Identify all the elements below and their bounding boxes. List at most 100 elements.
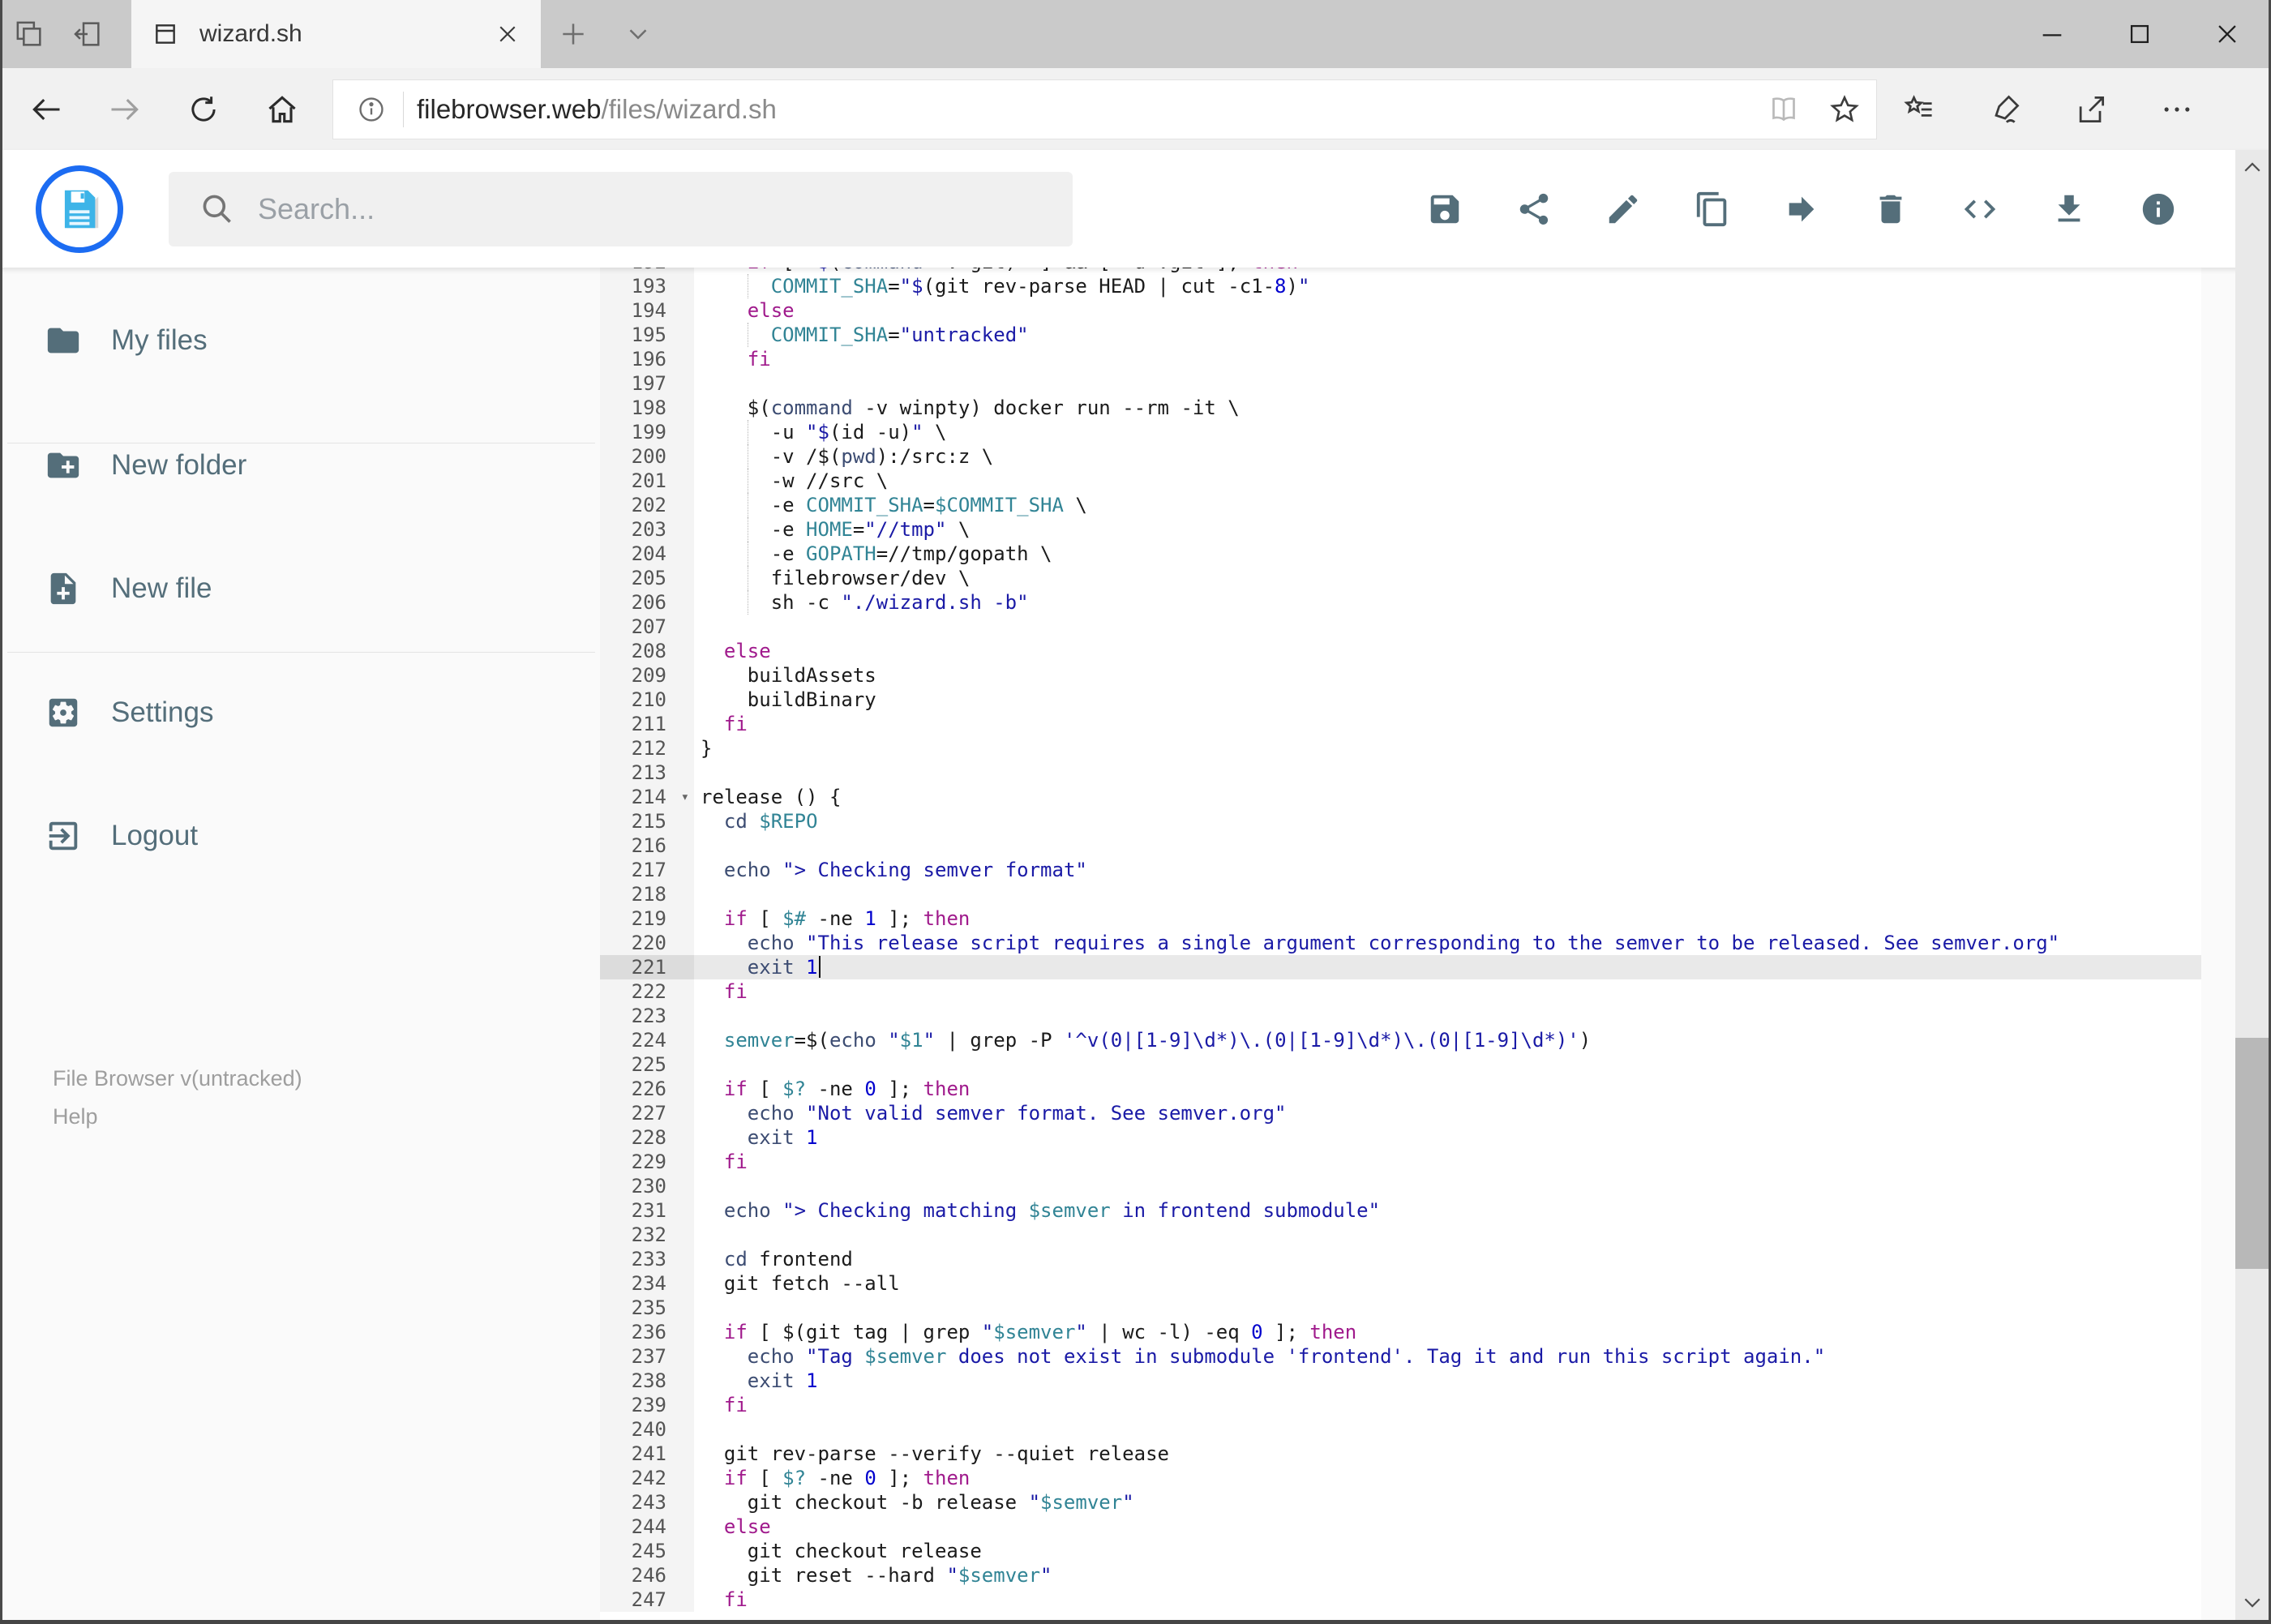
scrollbar-thumb[interactable] bbox=[2235, 1038, 2269, 1269]
code-line-text[interactable]: fi bbox=[694, 1150, 2201, 1174]
tab-close-icon[interactable] bbox=[495, 22, 520, 46]
code-line-text[interactable]: git reset --hard "$semver" bbox=[694, 1563, 2201, 1588]
code-line-text[interactable] bbox=[694, 1417, 2201, 1442]
favorite-star-icon[interactable] bbox=[1828, 92, 1862, 126]
code-line-text[interactable]: -u "$(id -u)" \ bbox=[694, 420, 2201, 444]
code-line-text[interactable]: else bbox=[694, 639, 2201, 663]
switch-editor-button[interactable] bbox=[1961, 191, 1999, 228]
code-line[interactable]: 203 -e HOME="//tmp" \ bbox=[600, 517, 2201, 542]
line-number[interactable]: 233 bbox=[600, 1247, 694, 1271]
code-line-text[interactable]: sh -c "./wizard.sh -b" bbox=[694, 590, 2201, 615]
line-number[interactable]: 236 bbox=[600, 1320, 694, 1344]
line-number[interactable]: 216 bbox=[600, 833, 694, 858]
code-line[interactable]: 194 else bbox=[600, 298, 2201, 323]
code-line[interactable]: 213 bbox=[600, 761, 2201, 785]
code-line[interactable]: 197 bbox=[600, 371, 2201, 396]
code-line-text[interactable]: COMMIT_SHA="untracked" bbox=[694, 323, 2201, 347]
line-number[interactable]: 229 bbox=[600, 1150, 694, 1174]
line-number[interactable]: 242 bbox=[600, 1466, 694, 1490]
code-line[interactable]: 207 bbox=[600, 615, 2201, 639]
code-line-text[interactable]: -e GOPATH=//tmp/gopath \ bbox=[694, 542, 2201, 566]
code-line-text[interactable]: echo "Not valid semver format. See semve… bbox=[694, 1101, 2201, 1125]
info-button[interactable] bbox=[2140, 191, 2177, 228]
code-line[interactable]: 224 semver=$(echo "$1" | grep -P '^v(0|[… bbox=[600, 1028, 2201, 1052]
code-line-text[interactable]: if [ $(git tag | grep "$semver" | wc -l)… bbox=[694, 1320, 2201, 1344]
code-line-text[interactable]: git checkout -b release "$semver" bbox=[694, 1490, 2201, 1515]
code-line[interactable]: 199 -u "$(id -u)" \ bbox=[600, 420, 2201, 444]
sidebar-item-settings[interactable]: Settings bbox=[2, 693, 600, 732]
code-line[interactable]: 240 bbox=[600, 1417, 2201, 1442]
code-line[interactable]: 239 fi bbox=[600, 1393, 2201, 1417]
code-line-text[interactable] bbox=[694, 1223, 2201, 1247]
code-line[interactable]: 242 if [ $? -ne 0 ]; then bbox=[600, 1466, 2201, 1490]
code-line-text[interactable]: cd $REPO bbox=[694, 809, 2201, 833]
share-button[interactable] bbox=[1515, 191, 1553, 228]
active-tab[interactable]: wizard.sh bbox=[131, 0, 541, 68]
copy-button[interactable] bbox=[1694, 191, 1731, 228]
code-line-text[interactable]: fi bbox=[694, 1588, 2201, 1612]
line-number[interactable]: 243 bbox=[600, 1490, 694, 1515]
sidebar-item-new-file[interactable]: New file bbox=[2, 569, 600, 608]
code-line-text[interactable]: else bbox=[694, 298, 2201, 323]
code-line-text[interactable]: -e COMMIT_SHA=$COMMIT_SHA \ bbox=[694, 493, 2201, 517]
line-number[interactable]: 227 bbox=[600, 1101, 694, 1125]
line-number[interactable]: 241 bbox=[600, 1442, 694, 1466]
move-button[interactable] bbox=[1783, 191, 1820, 228]
code-line[interactable]: 227 echo "Not valid semver format. See s… bbox=[600, 1101, 2201, 1125]
line-number[interactable]: 203 bbox=[600, 517, 694, 542]
line-number[interactable]: 195 bbox=[600, 323, 694, 347]
more-ellipsis-icon[interactable] bbox=[2159, 92, 2195, 127]
code-line[interactable]: 231 echo "> Checking matching $semver in… bbox=[600, 1198, 2201, 1223]
code-line[interactable]: 229 fi bbox=[600, 1150, 2201, 1174]
code-line[interactable]: 219 if [ $# -ne 1 ]; then bbox=[600, 906, 2201, 931]
code-line[interactable]: 200 -v /$(pwd):/src:z \ bbox=[600, 444, 2201, 469]
line-number[interactable]: 215 bbox=[600, 809, 694, 833]
code-line-text[interactable]: -w //src \ bbox=[694, 469, 2201, 493]
code-line-text[interactable] bbox=[694, 1004, 2201, 1028]
line-number[interactable]: 206 bbox=[600, 590, 694, 615]
code-line-text[interactable]: echo "Tag $semver does not exist in subm… bbox=[694, 1344, 2201, 1369]
save-button[interactable] bbox=[1426, 191, 1463, 228]
home-icon[interactable] bbox=[242, 92, 321, 127]
line-number[interactable]: 225 bbox=[600, 1052, 694, 1077]
delete-button[interactable] bbox=[1872, 191, 1909, 228]
close-window-button[interactable] bbox=[2183, 0, 2271, 68]
code-line[interactable]: 243 git checkout -b release "$semver" bbox=[600, 1490, 2201, 1515]
code-line[interactable]: 245 git checkout release bbox=[600, 1539, 2201, 1563]
share-page-icon[interactable] bbox=[2073, 92, 2109, 127]
code-line[interactable]: 210 buildBinary bbox=[600, 688, 2201, 712]
code-line[interactable]: 204 -e GOPATH=//tmp/gopath \ bbox=[600, 542, 2201, 566]
line-number[interactable]: 219 bbox=[600, 906, 694, 931]
code-line[interactable]: 211 fi bbox=[600, 712, 2201, 736]
code-line-text[interactable]: echo "> Checking semver format" bbox=[694, 858, 2201, 882]
code-line[interactable]: 214 ▾ release () { bbox=[600, 785, 2201, 809]
code-line[interactable]: 192 if [ "$(command -v git)" ] && [ -d .… bbox=[600, 268, 2201, 274]
line-number[interactable]: 234 bbox=[600, 1271, 694, 1296]
url-field[interactable]: filebrowser.web/files/wizard.sh bbox=[332, 79, 1877, 139]
ink-pen-icon[interactable] bbox=[1987, 92, 2023, 127]
line-number[interactable]: 238 bbox=[600, 1369, 694, 1393]
code-line[interactable]: 208 else bbox=[600, 639, 2201, 663]
code-line[interactable]: 193 COMMIT_SHA="$(git rev-parse HEAD | c… bbox=[600, 274, 2201, 298]
code-line-text[interactable]: git rev-parse --verify --quiet release bbox=[694, 1442, 2201, 1466]
fold-toggle-icon[interactable]: ▾ bbox=[681, 785, 689, 809]
code-line-text[interactable]: if [ "$(command -v git)" ] && [ -d .git … bbox=[694, 268, 2201, 274]
code-line-text[interactable]: cd frontend bbox=[694, 1247, 2201, 1271]
code-line-text[interactable]: $(command -v winpty) docker run --rm -it… bbox=[694, 396, 2201, 420]
tab-preview-icon[interactable] bbox=[0, 0, 58, 68]
code-line[interactable]: 241 git rev-parse --verify --quiet relea… bbox=[600, 1442, 2201, 1466]
line-number[interactable]: 210 bbox=[600, 688, 694, 712]
sidebar-item-new-folder[interactable]: New folder bbox=[2, 446, 600, 485]
code-line-text[interactable] bbox=[694, 882, 2201, 906]
code-line[interactable]: 237 echo "Tag $semver does not exist in … bbox=[600, 1344, 2201, 1369]
line-number[interactable]: 205 bbox=[600, 566, 694, 590]
line-number[interactable]: 208 bbox=[600, 639, 694, 663]
code-line[interactable]: 226 if [ $? -ne 0 ]; then bbox=[600, 1077, 2201, 1101]
code-line[interactable]: 218 bbox=[600, 882, 2201, 906]
code-line-text[interactable]: fi bbox=[694, 347, 2201, 371]
line-number[interactable]: 240 bbox=[600, 1417, 694, 1442]
code-line[interactable]: 234 git fetch --all bbox=[600, 1271, 2201, 1296]
code-line-text[interactable]: exit 1 bbox=[694, 1125, 2201, 1150]
line-number[interactable]: 204 bbox=[600, 542, 694, 566]
line-number[interactable]: 207 bbox=[600, 615, 694, 639]
